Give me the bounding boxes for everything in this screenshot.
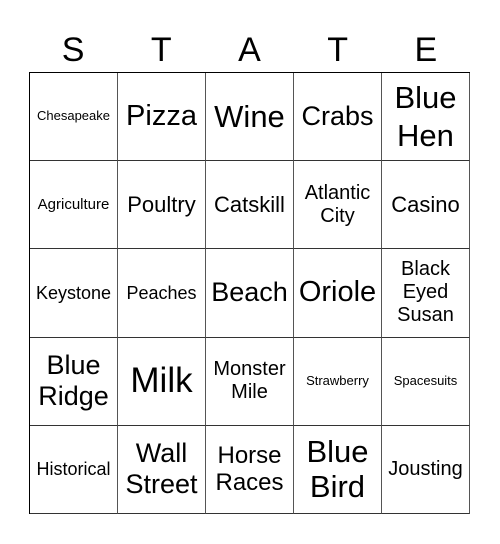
bingo-cell[interactable]: Casino — [382, 161, 470, 250]
bingo-cell[interactable]: Wine — [206, 73, 294, 162]
bingo-cell[interactable]: Oriole — [294, 249, 382, 338]
bingo-cell[interactable]: Milk — [118, 337, 206, 426]
bingo-cell[interactable]: Wall Street — [118, 425, 206, 514]
bingo-cell[interactable]: Blue Hen — [382, 73, 470, 162]
header-letter: S — [61, 31, 85, 69]
header-letter: T — [327, 31, 349, 69]
header-letter: E — [414, 31, 438, 69]
bingo-cell[interactable]: Monster Mile — [206, 337, 294, 426]
bingo-cell[interactable]: Jousting — [382, 425, 470, 514]
bingo-cell[interactable]: Blue Ridge — [30, 337, 118, 426]
bingo-cell[interactable]: Strawberry — [294, 337, 382, 426]
bingo-cell[interactable]: Black Eyed Susan — [382, 249, 470, 338]
bingo-cell[interactable]: Peaches — [118, 249, 206, 338]
bingo-cell[interactable]: Blue Bird — [294, 425, 382, 514]
bingo-cell[interactable]: Beach — [206, 249, 294, 338]
bingo-cell[interactable]: Catskill — [206, 161, 294, 250]
bingo-cell[interactable]: Spacesuits — [382, 337, 470, 426]
bingo-cell[interactable]: Chesapeake — [30, 73, 118, 162]
bingo-cell[interactable]: Agriculture — [30, 161, 118, 250]
bingo-grid: Chesapeake Pizza Wine Crabs Blue Hen Agri… — [29, 72, 470, 514]
bingo-cell[interactable]: Historical — [30, 425, 118, 514]
bingo-cell[interactable]: Keystone — [30, 249, 118, 338]
bingo-cell[interactable]: Poultry — [118, 161, 206, 250]
bingo-cell[interactable]: Horse Races — [206, 425, 294, 514]
bingo-header: S T A T E — [29, 28, 470, 72]
bingo-cell[interactable]: Pizza — [118, 73, 206, 162]
bingo-cell[interactable]: Atlantic City — [294, 161, 382, 250]
header-letter: A — [238, 31, 261, 69]
header-letter: T — [150, 31, 172, 69]
bingo-cell[interactable]: Crabs — [294, 73, 382, 162]
